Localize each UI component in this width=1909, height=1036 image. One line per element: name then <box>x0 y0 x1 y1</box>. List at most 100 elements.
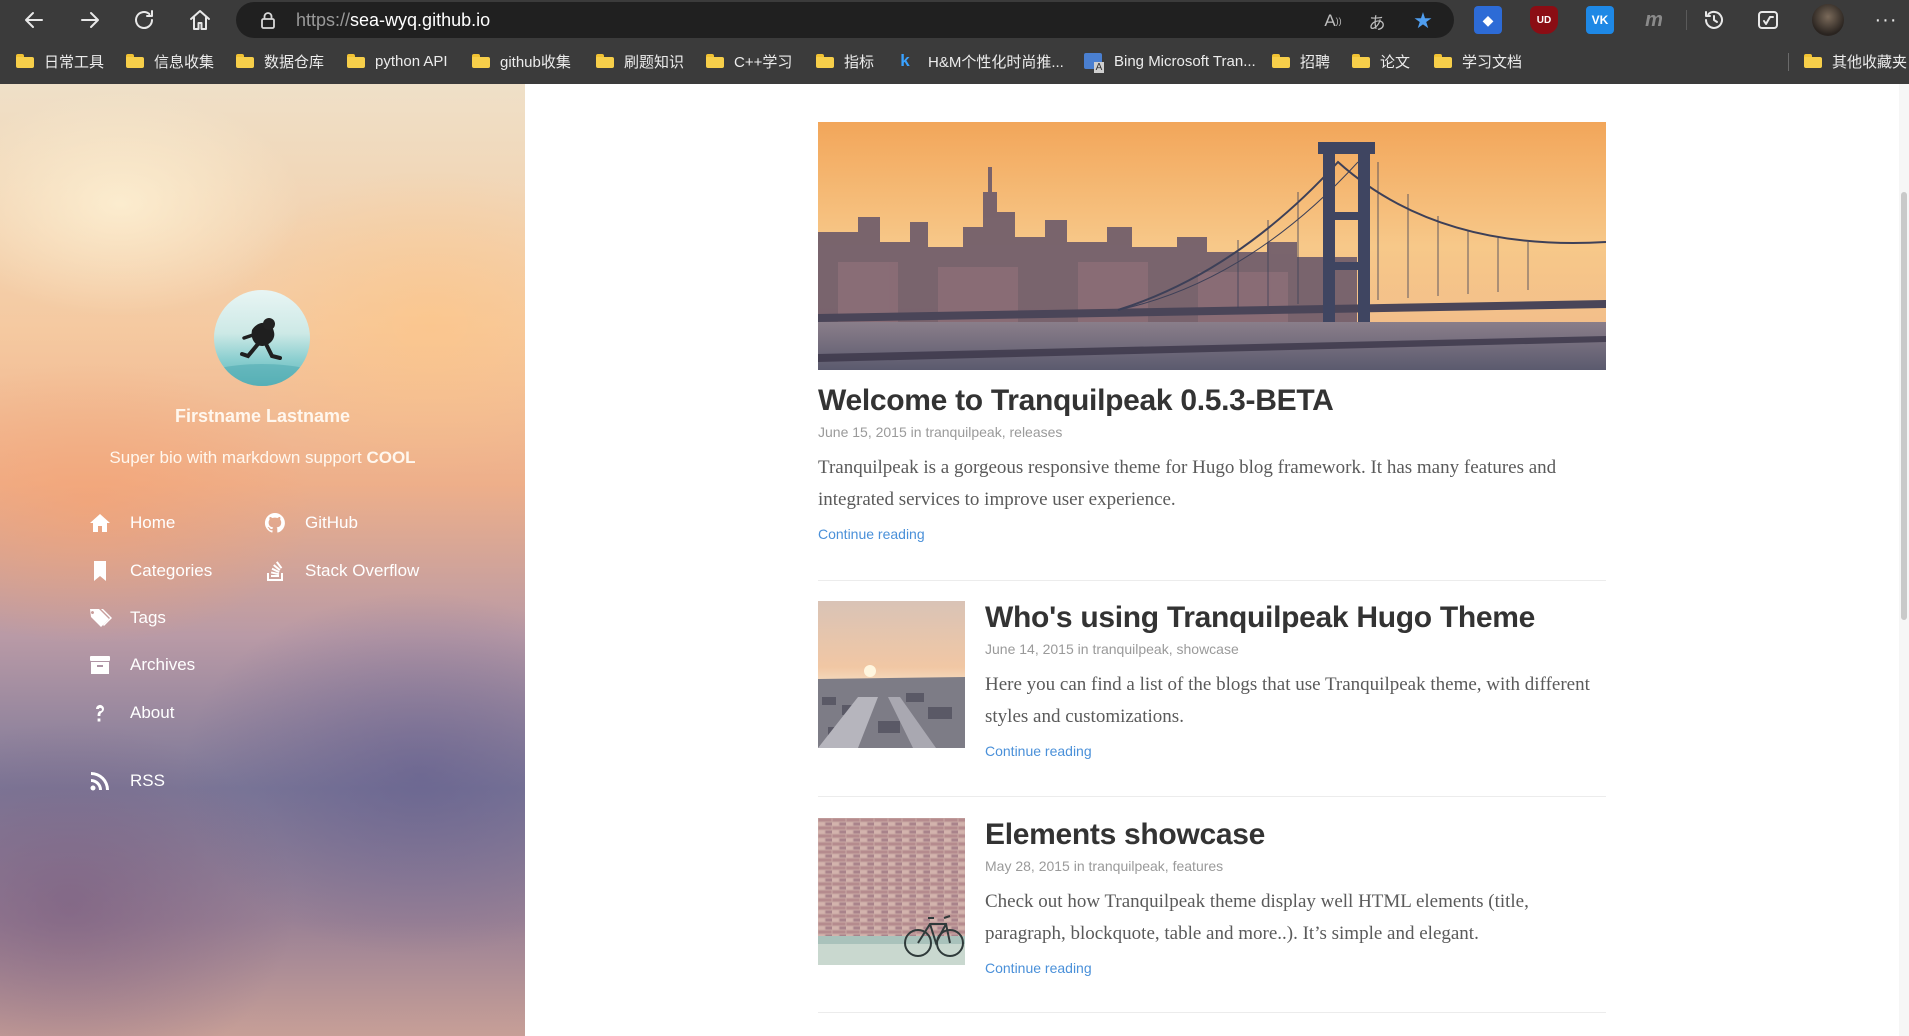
author-bio: Super bio with markdown support COOL <box>0 448 525 468</box>
nav-rss[interactable]: RSS <box>86 768 165 794</box>
scrollbar-thumb[interactable] <box>1901 192 1907 620</box>
nav-label: Tags <box>130 608 166 627</box>
nav-label: GitHub <box>305 513 358 532</box>
post-item: Elements showcase May 28, 2015 in tranqu… <box>985 818 1606 976</box>
post-excerpt: Here you can find a list of the blogs th… <box>985 674 1590 727</box>
bookmark-label: C++学习 <box>734 53 793 71</box>
archive-icon <box>86 652 114 678</box>
post-title[interactable]: Elements showcase <box>985 818 1606 852</box>
bookmark-item[interactable]: 信息收集 <box>126 50 214 72</box>
translate-icon[interactable]: あ <box>1364 8 1390 34</box>
bookmark-item[interactable]: 论文 <box>1352 50 1410 72</box>
address-bar[interactable]: https://sea-wyq.github.io A)) あ ★ <box>236 2 1454 38</box>
bookmark-label: 学习文档 <box>1462 53 1523 71</box>
post-categories[interactable]: tranquilpeak, releases <box>925 424 1062 440</box>
nav-categories[interactable]: Categories <box>86 558 212 584</box>
continue-reading-link[interactable]: Continue reading <box>985 960 1606 976</box>
translator-icon <box>1084 53 1104 73</box>
nav-home[interactable]: Home <box>86 510 175 536</box>
browser-toolbar: https://sea-wyq.github.io A)) あ ★ ◆ UD V… <box>0 0 1909 84</box>
bookmark-item[interactable]: python API <box>347 50 448 72</box>
continue-reading-link[interactable]: Continue reading <box>818 526 1606 542</box>
nav-archives[interactable]: Archives <box>86 652 195 678</box>
continue-reading-link[interactable]: Continue reading <box>985 743 1606 759</box>
favorite-star-icon[interactable]: ★ <box>1410 8 1436 34</box>
home-outline-icon <box>190 10 210 30</box>
sunset-city-thumbnail-image <box>818 601 965 748</box>
bookmark-label: 招聘 <box>1300 53 1331 71</box>
forward-button[interactable] <box>70 4 110 36</box>
rss-icon <box>86 768 114 794</box>
folder-icon <box>1434 54 1452 68</box>
bookmark-item[interactable]: C++学习 <box>706 50 792 72</box>
nav-tags[interactable]: Tags <box>86 605 166 631</box>
bookmark-label: github收集 <box>500 53 571 71</box>
bookmark-item[interactable]: Bing Microsoft Tran... <box>1084 50 1256 73</box>
post-categories[interactable]: tranquilpeak, showcase <box>1092 641 1238 657</box>
reload-button[interactable] <box>124 4 164 36</box>
url-protocol: https:// <box>296 10 351 30</box>
author-avatar[interactable] <box>214 290 310 386</box>
bookmark-item[interactable]: 刷题知识 <box>596 50 684 72</box>
post-title[interactable]: Who's using Tranquilpeak Hugo Theme <box>985 601 1606 635</box>
bookmark-item[interactable]: 指标 <box>816 50 874 72</box>
bookmark-item[interactable]: 日常工具 <box>16 50 104 72</box>
k-site-icon: k <box>900 51 910 70</box>
bookmarks-bar: 日常工具 信息收集 数据仓库 python API github收集 刷题知识 … <box>0 44 1909 78</box>
post-in-word: in <box>1073 858 1085 874</box>
bookmark-item[interactable]: k H&M个性化时尚推... <box>896 50 1064 72</box>
url-text[interactable]: https://sea-wyq.github.io <box>296 10 490 31</box>
more-options-button[interactable]: ··· <box>1866 4 1906 36</box>
ublock-extension-icon[interactable]: UD <box>1530 6 1558 34</box>
bookmark-label: 数据仓库 <box>264 53 325 71</box>
page-scrollbar[interactable] <box>1899 84 1909 1036</box>
reload-icon <box>135 10 153 29</box>
folder-icon <box>347 54 365 68</box>
post-thumbnail[interactable] <box>818 818 965 965</box>
post-meta: May 28, 2015 in tranquilpeak, features <box>985 858 1606 874</box>
folder-icon <box>596 54 614 68</box>
folder-icon <box>16 54 34 68</box>
profile-avatar[interactable] <box>1812 4 1844 36</box>
post-categories[interactable]: tranquilpeak, features <box>1089 858 1224 874</box>
m-extension-icon[interactable]: m <box>1640 6 1668 34</box>
back-button[interactable] <box>14 4 54 36</box>
folder-icon <box>126 54 144 68</box>
bookmark-icon <box>86 558 114 584</box>
bookmark-item[interactable]: 数据仓库 <box>236 50 324 72</box>
author-name[interactable]: Firstname Lastname <box>0 406 525 427</box>
post-item: Who's using Tranquilpeak Hugo Theme June… <box>985 601 1606 759</box>
math-solver-button[interactable] <box>1748 4 1788 36</box>
bookmark-label: 指标 <box>844 53 875 71</box>
read-aloud-glyph: A <box>1324 11 1336 30</box>
read-aloud-icon[interactable]: A)) <box>1320 8 1346 34</box>
folder-icon <box>1352 54 1370 68</box>
bookmark-label: 日常工具 <box>44 53 105 71</box>
math-solver-icon <box>1758 11 1778 29</box>
history-icon <box>1705 10 1723 29</box>
folder-icon <box>1804 54 1822 68</box>
post-title[interactable]: Welcome to Tranquilpeak 0.5.3-BETA <box>818 384 1606 418</box>
post-divider <box>818 796 1606 797</box>
bookmark-item-other[interactable]: 其他收藏夹 <box>1804 50 1907 72</box>
post-thumbnail[interactable] <box>818 601 965 748</box>
post-date: June 14, 2015 <box>985 641 1074 657</box>
post-meta: June 14, 2015 in tranquilpeak, showcase <box>985 641 1606 657</box>
home-button[interactable] <box>180 4 220 36</box>
nav-stackoverflow[interactable]: Stack Overflow <box>261 558 419 584</box>
history-button[interactable] <box>1694 4 1734 36</box>
extension-blue-icon[interactable]: ◆ <box>1474 6 1502 34</box>
nav-github[interactable]: GitHub <box>261 510 358 536</box>
bookmark-item[interactable]: 招聘 <box>1272 50 1330 72</box>
nav-about[interactable]: About <box>86 700 174 726</box>
brick-wall-bicycle-thumbnail-image <box>818 818 965 965</box>
sidebar: Firstname Lastname Super bio with markdo… <box>0 84 525 1036</box>
post-hero-image[interactable] <box>818 122 1606 370</box>
bookmark-item[interactable]: github收集 <box>472 50 571 72</box>
bridge-skyline-image <box>818 122 1606 370</box>
nav-label: About <box>130 703 175 722</box>
vk-extension-icon[interactable]: VK <box>1586 6 1614 34</box>
nav-label: Home <box>130 513 176 532</box>
bookmark-item[interactable]: 学习文档 <box>1434 50 1522 72</box>
post-date: June 15, 2015 <box>818 424 907 440</box>
